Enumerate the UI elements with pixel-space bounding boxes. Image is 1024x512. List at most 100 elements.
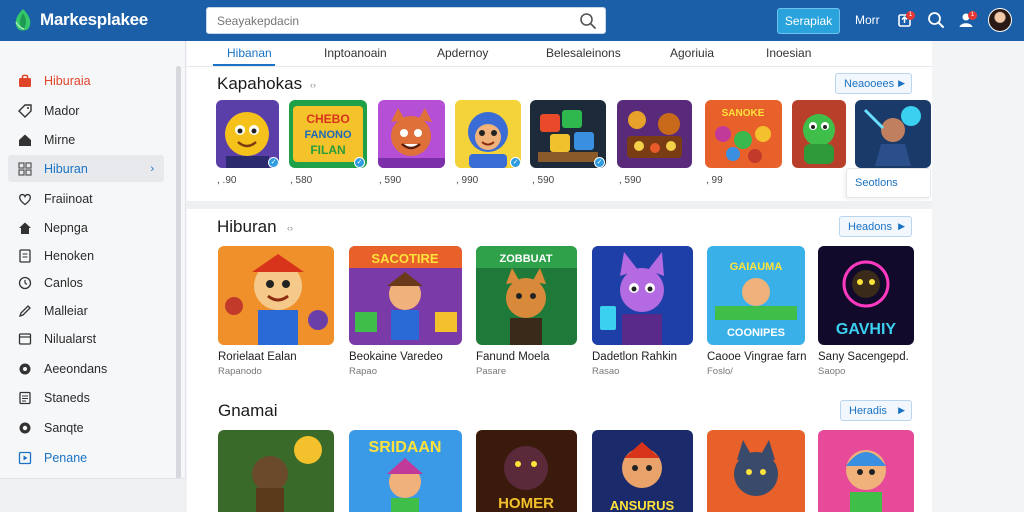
- sidebar-item-nepnga[interactable]: Nepnga: [8, 214, 164, 241]
- game-title[interactable]: Caooe Vingrae farn: [707, 351, 807, 363]
- game-thumbnail[interactable]: [818, 430, 914, 512]
- tab-inoesian[interactable]: Inoesian: [766, 46, 811, 60]
- section-arrows-icon[interactable]: ‹›: [287, 223, 293, 233]
- more-menu-link[interactable]: Morr: [855, 13, 880, 27]
- app-thumbnail[interactable]: [855, 100, 931, 168]
- adventure-boy-art: SACOTIRE: [349, 246, 462, 345]
- neon-game-art: GAVHIY: [818, 246, 914, 345]
- pencil-icon: [16, 302, 34, 320]
- tag-icon: [16, 102, 34, 120]
- more-collections-card[interactable]: Seotlons: [846, 168, 931, 198]
- game-thumbnail[interactable]: ANSURUS: [592, 430, 693, 512]
- tab-inptoanoain[interactable]: Inptoanoain: [324, 46, 387, 60]
- dog-game-art: ANSURUS: [592, 430, 693, 512]
- sidebar-item-nilualarst[interactable]: Nilualarst: [8, 325, 164, 352]
- game-thumbnail[interactable]: HOMER: [476, 430, 577, 512]
- wolf-game-art: [707, 430, 805, 512]
- see-all-button[interactable]: Heradis ▶: [840, 400, 912, 421]
- game-subtitle: Rapao: [349, 366, 377, 377]
- settings-icon: [16, 419, 34, 437]
- sidebar-item-label: Nepnga: [44, 220, 88, 235]
- sidebar-item-label: Sanqte: [44, 420, 84, 435]
- user-notification-badge: 1: [968, 11, 977, 20]
- sidebar-item-hiburaia[interactable]: Hiburaia: [8, 67, 164, 94]
- sidebar-item-label: Mirne: [44, 132, 76, 147]
- sidebar-item-staneds[interactable]: Staneds: [8, 384, 164, 411]
- game-title[interactable]: Beokaine Varedeo: [349, 351, 443, 363]
- purple-cat-art: [592, 246, 693, 345]
- sidebar-item-hiburan[interactable]: Hiburan ›: [8, 155, 164, 182]
- app-name: Markesplakee: [40, 10, 148, 29]
- game-thumbnail[interactable]: SRIDAAN: [349, 430, 462, 512]
- list-icon: [16, 389, 34, 407]
- sidebar-item-mador[interactable]: Mador: [8, 97, 164, 124]
- game-thumbnail[interactable]: ZOBBUAT: [476, 246, 577, 345]
- game-thumbnail[interactable]: GAIAUMA COONIPES: [707, 246, 805, 345]
- tab-hibanan[interactable]: Hibanan: [227, 46, 272, 60]
- sidebar-item-penane[interactable]: Penane: [8, 444, 164, 471]
- avatar[interactable]: [988, 8, 1012, 32]
- tab-apdernoy[interactable]: Apdernoy: [437, 46, 488, 60]
- sidebar-item-label: Henoken: [44, 248, 95, 263]
- tab-agoriuia[interactable]: Agoriuia: [670, 46, 714, 60]
- app-thumbnail[interactable]: [378, 100, 445, 168]
- app-thumbnail[interactable]: [792, 100, 846, 168]
- svg-text:FANONO: FANONO: [304, 129, 352, 141]
- see-all-button[interactable]: Neaooees ▶: [835, 73, 912, 94]
- game-thumbnail[interactable]: SACOTIRE: [349, 246, 462, 345]
- top-header: Markesplakee Serapiak Morr 1 1: [0, 0, 1024, 41]
- search-icon[interactable]: [579, 12, 597, 30]
- game-subtitle: Rapanodo: [218, 366, 262, 377]
- svg-text:SRIDAAN: SRIDAAN: [369, 439, 442, 456]
- see-all-label: Headons: [848, 220, 893, 233]
- game-thumbnail[interactable]: [707, 430, 805, 512]
- sidebar-item-fraiinoat[interactable]: Fraiinoat: [8, 185, 164, 212]
- signup-button[interactable]: Serapiak: [777, 8, 840, 34]
- window-icon: [16, 330, 34, 348]
- search-bar: [206, 7, 606, 34]
- grid-icon: [16, 160, 34, 178]
- app-logo[interactable]: Markesplakee: [12, 8, 148, 32]
- sidebar-scrollbar[interactable]: [176, 66, 181, 481]
- verified-badge-icon: ✓: [510, 157, 521, 168]
- search-header-icon[interactable]: [927, 11, 945, 29]
- sidebar-item-sanqte[interactable]: Sanqte: [8, 414, 164, 441]
- see-all-button[interactable]: Headons ▶: [839, 216, 912, 237]
- sidebar-item-canlos[interactable]: Canlos: [8, 269, 164, 296]
- svg-text:FILAN: FILAN: [310, 143, 345, 157]
- jungle-ape-art: [218, 430, 334, 512]
- price-label: , 990: [456, 175, 479, 186]
- svg-text:SANOKE: SANOKE: [722, 108, 765, 119]
- sidebar-item-label: Nilualarst: [44, 331, 97, 346]
- sidebar-item-mirne[interactable]: Mirne: [8, 126, 164, 153]
- document-icon: [16, 247, 34, 265]
- sidebar-item-aeeondans[interactable]: Aeeondans: [8, 355, 164, 382]
- svg-text:HOMER: HOMER: [498, 495, 554, 512]
- sidebar-item-malleiar[interactable]: Malleiar: [8, 297, 164, 324]
- game-title[interactable]: Fanund Moela: [476, 351, 550, 363]
- sidebar-item-henoken[interactable]: Henoken: [8, 242, 164, 269]
- game-thumbnail[interactable]: GAVHIY: [818, 246, 914, 345]
- section-divider: [187, 201, 932, 209]
- game-subtitle: Pasare: [476, 366, 507, 377]
- main-content: Hibanan Inptoanoain Apdernoy Belesaleino…: [187, 41, 932, 512]
- game-thumbnail[interactable]: [218, 246, 334, 345]
- game-thumbnail[interactable]: [592, 246, 693, 345]
- green-creature-art: [792, 100, 846, 168]
- verified-badge-icon: ✓: [594, 157, 605, 168]
- game-title[interactable]: Rorielaat Ealan: [218, 351, 297, 363]
- section-arrows-icon[interactable]: ‹›: [310, 80, 316, 90]
- game-title[interactable]: Dadetlon Rahkin: [592, 351, 677, 363]
- search-input[interactable]: [207, 8, 567, 33]
- app-thumbnail[interactable]: SANOKE: [705, 100, 782, 168]
- play-box-icon: [16, 449, 34, 467]
- house-icon: [16, 219, 34, 237]
- game-title[interactable]: Sany Sacengepd.: [818, 351, 909, 363]
- clock-icon: [16, 274, 34, 292]
- game-thumbnail[interactable]: [218, 430, 334, 512]
- svg-text:ZOBBUAT: ZOBBUAT: [500, 253, 553, 265]
- sidebar-item-label: Mador: [44, 103, 80, 118]
- tab-belesaleinons[interactable]: Belesaleinons: [546, 46, 621, 60]
- app-thumbnail[interactable]: [617, 100, 692, 168]
- logo-leaf-icon: [15, 9, 31, 31]
